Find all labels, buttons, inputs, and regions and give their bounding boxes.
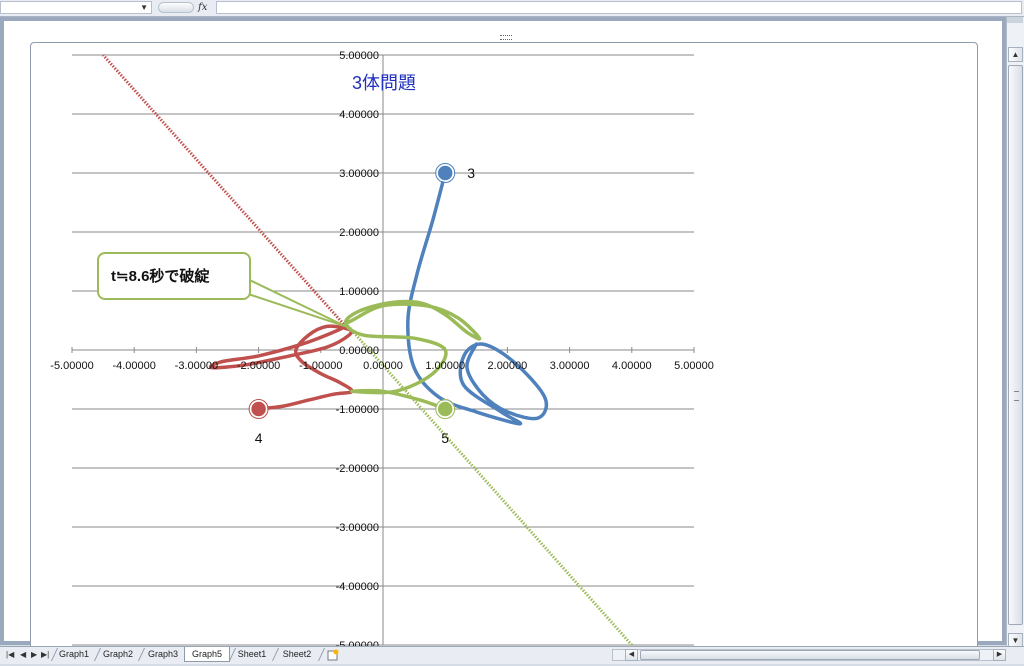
x-tick-label: -2.00000 [237,360,280,372]
formula-bar: ▼ fx [0,0,1024,17]
chevron-down-icon[interactable]: ▼ [140,2,148,14]
x-tick-label: -3.00000 [175,360,218,372]
callout-text: t≒8.6秒で破綻 [111,267,210,285]
callout-pointer [233,271,347,328]
x-tick-label: -5.00000 [50,360,93,372]
tick-labels: -5.00000 -4.00000 -3.00000 -2.00000 -1.00000… [50,50,714,652]
tab-sheet1[interactable]: Sheet1 [234,647,270,662]
x-tick-label: 1.00000 [425,360,465,372]
y-tick-label: 4.00000 [339,109,379,121]
point-label-3: 3 [467,165,475,181]
next-sheet-icon[interactable]: ▶ [31,648,37,662]
chart-sheet-area: 4 3 5 -5.00000 -4.00000 -3.00000 -2.00000 -1.0… [0,17,1006,659]
x-tick-label: -1.00000 [299,360,342,372]
y-tick-label: -2.00000 [336,463,379,475]
y-tick-label: 5.00000 [339,50,379,62]
y-tick-label: -3.00000 [336,522,379,534]
orbit-path-3 [406,171,549,426]
scroll-right-button[interactable]: ▶ [993,649,1006,661]
chart-area[interactable]: 4 3 5 -5.00000 -4.00000 -3.00000 -2.00000 -1.0… [30,42,978,659]
tab-graph5[interactable]: Graph5 [184,647,230,662]
scroll-left-button[interactable]: ◀ [625,649,638,661]
x-tick-label: 2.00000 [488,360,528,372]
scroll-up-button[interactable]: ▲ [1008,47,1023,62]
x-tick-label: 4.00000 [612,360,652,372]
prev-sheet-icon[interactable]: ◀ [20,648,26,662]
y-tick-label: 2.00000 [339,227,379,239]
y-tick-label: 3.00000 [339,168,379,180]
point-label-4: 4 [255,430,263,446]
tab-separator [317,648,326,661]
last-sheet-icon[interactable]: ▶| [41,648,49,662]
vertical-scrollbar[interactable]: ▲ ▼ [1006,17,1024,648]
vertical-scroll-thumb[interactable] [1008,65,1023,625]
x-tick-label: -4.00000 [112,360,155,372]
x-tick-label: 3.00000 [550,360,590,372]
y-tick-label: -4.00000 [336,581,379,593]
y-tick-label: -1.00000 [336,404,379,416]
tab-graph2[interactable]: Graph2 [100,647,136,662]
split-grip[interactable] [500,35,512,40]
chart-title: 3体問題 [352,73,416,93]
formula-input[interactable] [216,1,1022,14]
annotation-callout[interactable]: t≒8.6秒で破綻 [97,252,347,328]
tab-graph1[interactable]: Graph1 [56,647,92,662]
name-box[interactable]: ▼ [0,1,152,14]
axes [71,54,695,646]
start-marker-5 [436,400,454,418]
start-marker-4 [249,400,268,418]
x-tick-label: 0.00000 [363,360,403,372]
start-marker-3 [436,164,454,182]
vertical-split-box[interactable] [1007,17,1023,23]
formula-bar-resize-handle[interactable] [158,2,194,13]
chart-plot: 4 3 5 -5.00000 -4.00000 -3.00000 -2.00000 -1.0… [50,50,714,652]
fx-icon[interactable]: fx [198,0,207,15]
tab-sheet2[interactable]: Sheet2 [278,647,316,662]
y-tick-label: 1.00000 [339,286,379,298]
tab-graph3[interactable]: Graph3 [144,647,182,662]
first-sheet-icon[interactable]: |◀ [6,648,14,662]
horizontal-scroll-thumb[interactable] [640,650,980,660]
y-tick-label: 0.00000 [339,345,379,357]
x-tick-label: 5.00000 [674,360,714,372]
horizontal-scrollbar[interactable]: ◀ ▶ [612,649,1006,661]
thumb-grip-icon [1014,391,1019,401]
insert-sheet-icon[interactable] [326,648,340,661]
point-label-5: 5 [441,430,449,446]
sheet-tab-bar: |◀ ◀ ▶ ▶| Graph1 Graph2 Graph3 Graph5 Sh… [0,646,1024,664]
